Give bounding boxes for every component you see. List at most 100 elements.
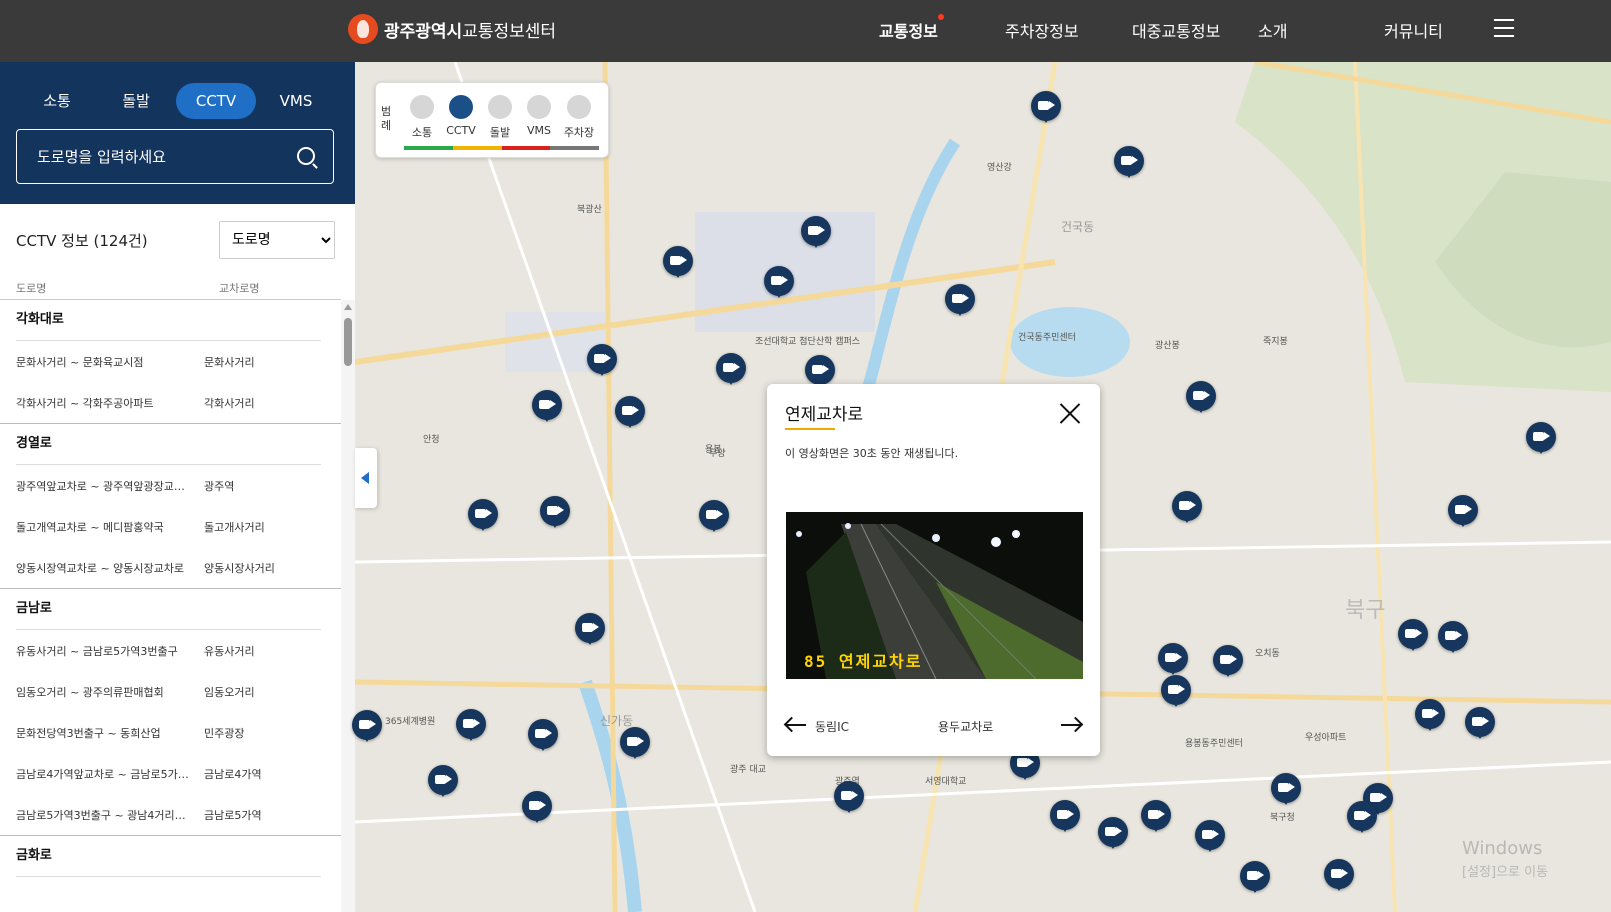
cctv-marker[interactable]: [1448, 495, 1478, 527]
nav-transit-info[interactable]: 대중교통정보: [1132, 18, 1220, 42]
list-item[interactable]: 돌고개역교차로 ~ 메디팜홍약국 돌고개사거리: [0, 506, 341, 547]
close-icon[interactable]: [1057, 400, 1083, 426]
cctv-popup: 연제교차로 이 영상화면은 30초 동안 재생됩니다. 85 연제교차로 동림I…: [767, 384, 1100, 756]
legend-vms[interactable]: VMS: [519, 95, 559, 137]
list-item[interactable]: 문화전당역3번출구 ~ 동희산업 민주광장: [0, 712, 341, 753]
list-item[interactable]: 임동오거리 ~ 광주의류판매협회 임동오거리: [0, 671, 341, 712]
cctv-marker[interactable]: [1271, 773, 1301, 805]
legend-parking[interactable]: 주차장: [559, 95, 599, 140]
cctv-marker[interactable]: [1195, 820, 1225, 852]
map-label: 우성아파트: [1305, 733, 1347, 743]
list-item[interactable]: 금남로5가역3번출구 ~ 광남4거리교차로 금남로5가역: [0, 794, 341, 835]
cctv-marker[interactable]: [1158, 643, 1188, 675]
tab-traffic[interactable]: 소통: [17, 83, 97, 119]
list-item[interactable]: 문화사거리 ~ 문화육교시점 문화사거리: [0, 341, 341, 382]
map-label: 용봉동주민센터: [1185, 739, 1243, 749]
cctv-marker[interactable]: [805, 355, 835, 387]
cctv-marker[interactable]: [1141, 800, 1171, 832]
cctv-marker[interactable]: [1031, 91, 1061, 123]
road-search-input[interactable]: [35, 144, 289, 170]
cctv-marker[interactable]: [1213, 645, 1243, 677]
cctv-marker[interactable]: [468, 499, 498, 531]
cctv-marker[interactable]: [1161, 675, 1191, 707]
nav-community[interactable]: 커뮤니티: [1384, 18, 1443, 42]
cctv-marker[interactable]: [620, 727, 650, 759]
cctv-marker[interactable]: [716, 353, 746, 385]
scroll-up-icon[interactable]: [344, 304, 352, 310]
cctv-marker[interactable]: [1172, 491, 1202, 523]
title-underline: [785, 428, 835, 430]
cctv-marker[interactable]: [587, 344, 617, 376]
map-label: 조선대학교 첨단산학 캠퍼스: [755, 337, 861, 347]
cctv-marker[interactable]: [1398, 619, 1428, 651]
next-camera-label[interactable]: 용두교차로: [938, 718, 993, 735]
arrow-right-icon[interactable]: [1061, 718, 1081, 732]
cctv-marker[interactable]: [428, 765, 458, 797]
sort-select[interactable]: 도로명: [219, 221, 335, 259]
tab-cctv[interactable]: CCTV: [176, 83, 256, 119]
cctv-marker[interactable]: [945, 284, 975, 316]
cctv-marker[interactable]: [540, 496, 570, 528]
brand-logo[interactable]: 광주광역시 교통정보센터: [348, 14, 556, 44]
nav-traffic-info[interactable]: 교통정보: [879, 18, 938, 42]
legend-cctv[interactable]: CCTV: [441, 95, 481, 137]
list-item-cross: 금남로4가역: [204, 768, 262, 781]
cctv-marker[interactable]: [1526, 422, 1556, 454]
nav-about[interactable]: 소개: [1258, 18, 1287, 42]
cctv-marker[interactable]: [1438, 621, 1468, 653]
collapse-sidebar-button[interactable]: [355, 448, 377, 508]
list-item-cross: 광주역: [204, 480, 235, 493]
scroll-thumb[interactable]: [344, 318, 352, 366]
road-group-title[interactable]: 금남로: [0, 589, 341, 629]
list-item[interactable]: 각화사거리 ~ 각화주공아파트 각화사거리: [0, 382, 341, 423]
cctv-marker[interactable]: [1240, 861, 1270, 893]
list-scrollbar[interactable]: [341, 300, 355, 912]
road-group-title[interactable]: 경열로: [0, 424, 341, 464]
watermark-line2: [설정]으로 이동: [1462, 865, 1549, 880]
map-label: 안청: [423, 435, 440, 445]
cctv-marker[interactable]: [1415, 699, 1445, 731]
cctv-marker[interactable]: [834, 781, 864, 813]
arrow-left-icon[interactable]: [786, 718, 806, 732]
list-item[interactable]: 금남로4가역앞교차로 ~ 금남로5가교차로 금남로4가역: [0, 753, 341, 794]
list-item[interactable]: 유동사거리 ~ 금남로5가역3번출구 유동사거리: [0, 630, 341, 671]
cctv-marker[interactable]: [352, 710, 382, 742]
search-icon[interactable]: [297, 147, 315, 165]
cctv-marker[interactable]: [1114, 146, 1144, 178]
cctv-marker[interactable]: [1324, 859, 1354, 891]
cctv-marker[interactable]: [1098, 817, 1128, 849]
cctv-marker[interactable]: [575, 613, 605, 645]
legend-incident[interactable]: 돌발: [480, 95, 520, 140]
cctv-marker[interactable]: [532, 390, 562, 422]
tab-vms[interactable]: VMS: [256, 83, 336, 119]
cctv-marker[interactable]: [1050, 800, 1080, 832]
road-group-title[interactable]: 각화대로: [0, 300, 341, 340]
list-item-cross: 유동사거리: [204, 645, 255, 658]
color-smooth: [404, 146, 453, 150]
cctv-marker[interactable]: [764, 266, 794, 298]
road-group-title[interactable]: 금화로: [0, 836, 341, 876]
cctv-video[interactable]: 85 연제교차로: [786, 512, 1083, 679]
list-item[interactable]: 양동시장역교차로 ~ 양동시장교차로 양동시장사거리: [0, 547, 341, 588]
tab-incident[interactable]: 돌발: [96, 83, 176, 119]
cctv-marker[interactable]: [528, 719, 558, 751]
cctv-marker[interactable]: [522, 791, 552, 823]
cctv-marker[interactable]: [699, 500, 729, 532]
list-item[interactable]: 광주역앞교차로 ~ 광주역앞광장교차로 광주역: [0, 465, 341, 506]
cctv-marker[interactable]: [1186, 381, 1216, 413]
cctv-marker[interactable]: [1347, 801, 1377, 833]
cctv-marker[interactable]: [456, 709, 486, 741]
legend-traffic[interactable]: 소통: [402, 95, 442, 140]
hamburger-menu-icon[interactable]: [1494, 19, 1514, 37]
cctv-marker[interactable]: [801, 216, 831, 248]
cctv-marker[interactable]: [663, 246, 693, 278]
nav-parking-info[interactable]: 주차장정보: [1005, 18, 1079, 42]
color-jam: [501, 146, 551, 150]
prev-camera-label[interactable]: 동림IC: [815, 718, 849, 735]
popup-message: 이 영상화면은 30초 동안 재생됩니다.: [785, 447, 959, 460]
road-group: 금화로: [0, 836, 341, 877]
vms-icon: [527, 95, 551, 119]
list-item-section: 문화사거리 ~ 문화육교시점: [16, 356, 144, 369]
cctv-marker[interactable]: [615, 396, 645, 428]
cctv-marker[interactable]: [1465, 707, 1495, 739]
